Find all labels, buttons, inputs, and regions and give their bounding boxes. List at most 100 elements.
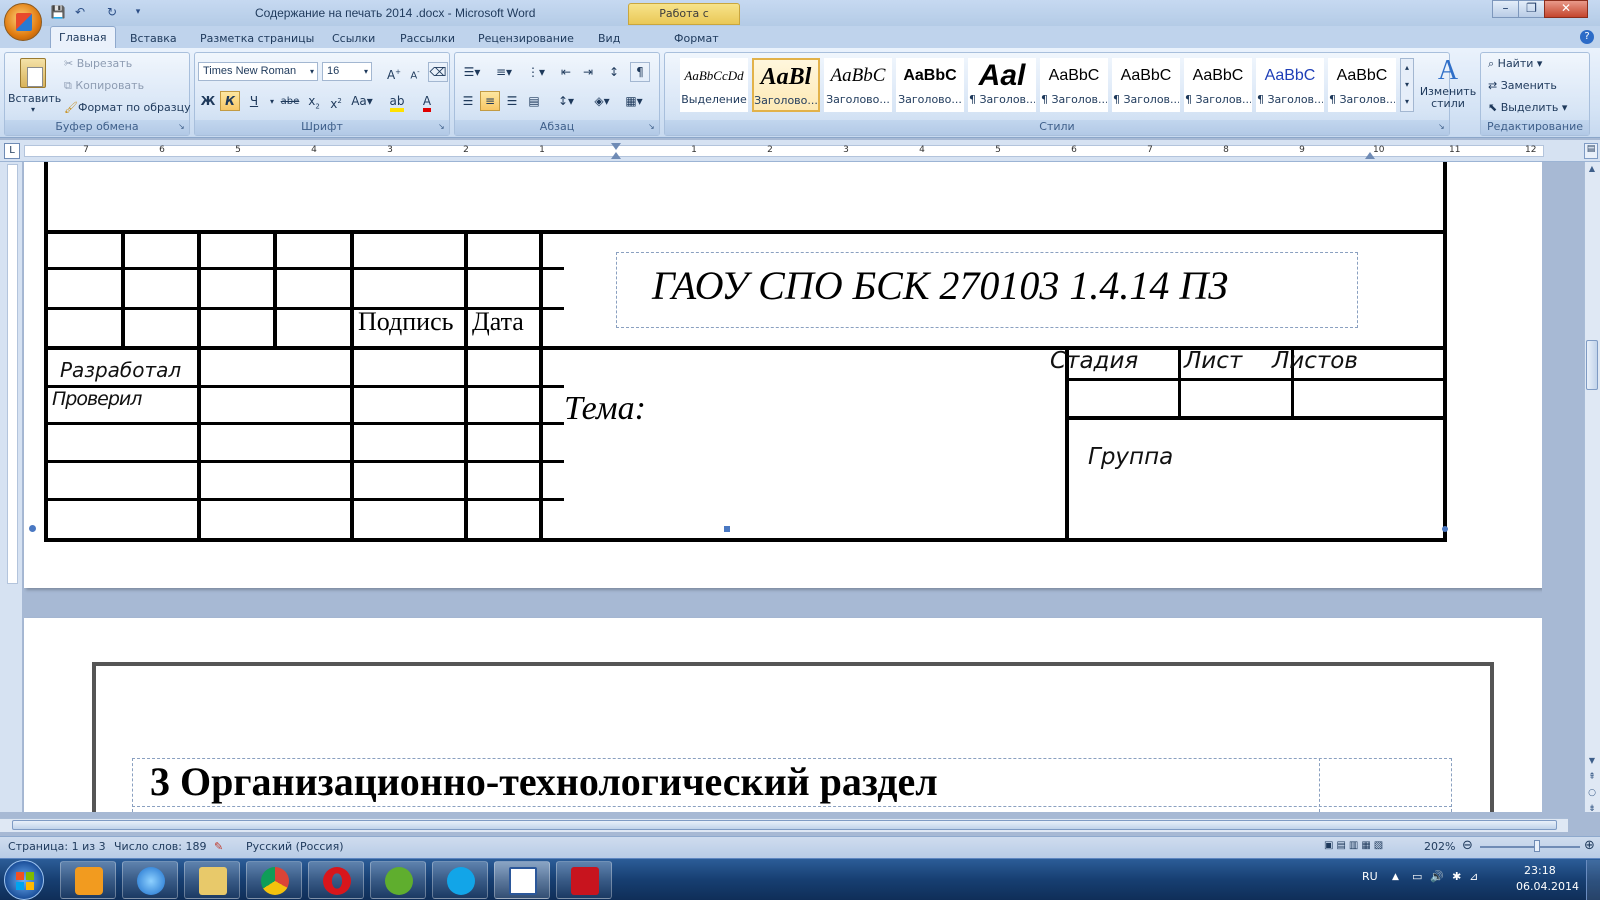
style-tile[interactable]: AaBbC ¶ Заголов...: [1184, 58, 1252, 112]
previous-page-icon[interactable]: ⇞: [1586, 772, 1598, 784]
format-painter-button[interactable]: 🖌Формат по образцу: [64, 101, 191, 114]
help-icon[interactable]: ?: [1580, 30, 1594, 44]
acrobat-button[interactable]: [556, 861, 612, 899]
page-1[interactable]: Подпись Дата ГАОУ СПО БСК 270103 1.4.14 …: [24, 162, 1542, 588]
word-count-status[interactable]: Число слов: 189: [114, 840, 207, 853]
strikethrough-icon[interactable]: abe: [278, 91, 302, 111]
style-tile[interactable]: AaBbC ¶ Заголов...: [1256, 58, 1324, 112]
find-button[interactable]: ⌕ Найти ▾: [1488, 57, 1542, 71]
browse-object-icon[interactable]: ○: [1586, 788, 1598, 800]
highlight-icon[interactable]: ab: [384, 91, 410, 112]
skype-button[interactable]: [432, 861, 488, 899]
clear-formatting-icon[interactable]: ⌫: [428, 62, 448, 82]
zoom-level[interactable]: 202%: [1424, 840, 1455, 853]
font-name-combo[interactable]: Times New Roman ▾: [198, 62, 318, 81]
bullets-icon[interactable]: ☰▾: [458, 62, 486, 82]
superscript-icon[interactable]: x2: [326, 91, 346, 111]
change-case-icon[interactable]: Aa▾: [348, 91, 376, 111]
document-area[interactable]: Подпись Дата ГАОУ СПО БСК 270103 1.4.14 …: [22, 162, 1542, 812]
cut-button[interactable]: ✂ Вырезать: [64, 57, 132, 70]
paste-button[interactable]: Вставить ▾: [8, 56, 61, 116]
justify-icon[interactable]: ▤: [524, 91, 544, 111]
increase-indent-icon[interactable]: ⇥: [578, 62, 598, 82]
media-player-button[interactable]: [60, 861, 116, 899]
zoom-in-icon[interactable]: ⊕: [1584, 838, 1595, 853]
clock-date[interactable]: 06.04.2014: [1516, 880, 1579, 893]
proofing-icon[interactable]: ✎: [214, 840, 223, 853]
page-count-status[interactable]: Страница: 1 из 3: [8, 840, 106, 853]
zoom-slider-thumb[interactable]: [1534, 840, 1540, 852]
ie-button[interactable]: [122, 861, 178, 899]
save-icon[interactable]: 💾: [50, 5, 66, 20]
font-launcher-icon[interactable]: ↘: [438, 122, 445, 131]
tab-references[interactable]: Ссылки: [324, 29, 383, 48]
borders-icon[interactable]: ▦▾: [620, 91, 648, 111]
paragraph-launcher-icon[interactable]: ↘: [648, 122, 655, 131]
zoom-slider[interactable]: [1480, 846, 1580, 848]
multilevel-list-icon[interactable]: ⋮▾: [522, 62, 550, 82]
restore-button[interactable]: ❐: [1518, 0, 1545, 18]
right-indent-marker[interactable]: [1365, 152, 1375, 159]
word-button[interactable]: [494, 861, 550, 899]
select-button[interactable]: ⬉ Выделить ▾: [1488, 101, 1567, 114]
align-center-icon[interactable]: ≡: [480, 91, 500, 111]
style-tile[interactable]: AaBl Заголово...: [752, 58, 820, 112]
font-size-combo[interactable]: 16 ▾: [322, 62, 372, 81]
minimize-button[interactable]: –: [1492, 0, 1519, 18]
chrome-button[interactable]: [246, 861, 302, 899]
show-desktop-button[interactable]: [1586, 860, 1600, 900]
font-color-icon[interactable]: A: [414, 91, 440, 112]
explorer-button[interactable]: [184, 861, 240, 899]
align-left-icon[interactable]: ☰: [458, 91, 478, 111]
tab-mailings[interactable]: Рассылки: [392, 29, 463, 48]
numbering-icon[interactable]: ≡▾: [490, 62, 518, 82]
style-tile[interactable]: AaBbCcDd Выделение: [680, 58, 748, 112]
tab-view[interactable]: Вид: [590, 29, 628, 48]
language-status[interactable]: Русский (Россия): [246, 840, 344, 853]
italic-icon[interactable]: К: [220, 91, 240, 111]
grow-font-icon[interactable]: A+: [384, 62, 404, 82]
line-spacing-icon[interactable]: ↕▾: [552, 91, 580, 111]
next-page-icon[interactable]: ⇟: [1586, 804, 1598, 816]
tray-icons[interactable]: ▭🔊✱⊿: [1412, 870, 1487, 883]
style-tile[interactable]: AaBbC Заголово...: [896, 58, 964, 112]
style-tile[interactable]: AaBbC ¶ Заголов...: [1040, 58, 1108, 112]
bold-icon[interactable]: Ж: [198, 91, 218, 111]
office-button[interactable]: [4, 3, 42, 41]
shading-icon[interactable]: ◈▾: [588, 91, 616, 111]
shrink-font-icon[interactable]: A-: [405, 62, 425, 82]
resize-handle[interactable]: [1442, 526, 1448, 532]
start-button[interactable]: [4, 860, 44, 900]
underline-icon[interactable]: Ч: [244, 91, 264, 111]
redo-icon[interactable]: ↻: [104, 5, 120, 20]
close-button[interactable]: ✕: [1544, 0, 1588, 18]
vertical-scroll-thumb[interactable]: [1586, 340, 1598, 390]
align-right-icon[interactable]: ☰: [502, 91, 522, 111]
utorrent-button[interactable]: [370, 861, 426, 899]
tab-selector[interactable]: L: [4, 143, 20, 159]
tab-format[interactable]: Формат: [666, 29, 727, 48]
page-2[interactable]: 3 Организационно-технологический раздел: [24, 618, 1542, 812]
resize-handle[interactable]: [724, 526, 730, 532]
change-styles-button[interactable]: A Изменить стили: [1418, 56, 1478, 120]
scroll-down-icon[interactable]: ▼: [1586, 756, 1598, 768]
left-indent-marker[interactable]: [611, 152, 621, 159]
style-tile[interactable]: AaBbC ¶ Заголов...: [1112, 58, 1180, 112]
style-tile[interactable]: AaBbC Заголово...: [824, 58, 892, 112]
input-language[interactable]: RU: [1362, 870, 1378, 883]
tab-insert[interactable]: Вставка: [122, 29, 185, 48]
horizontal-scroll-thumb[interactable]: [12, 820, 1557, 830]
decrease-indent-icon[interactable]: ⇤: [556, 62, 576, 82]
show-hidden-icons-icon[interactable]: ▲: [1392, 872, 1399, 882]
opera-button[interactable]: [308, 861, 364, 899]
vertical-scrollbar[interactable]: [1584, 162, 1600, 812]
tab-home[interactable]: Главная: [50, 26, 116, 49]
view-ruler-icon[interactable]: ▤: [1584, 143, 1598, 159]
styles-scroll[interactable]: ▴ ▾ ▾: [1400, 58, 1414, 112]
copy-button[interactable]: ⧉ Копировать: [64, 79, 144, 93]
undo-icon[interactable]: ↶: [72, 5, 88, 20]
first-line-indent-marker[interactable]: [611, 143, 621, 150]
subscript-icon[interactable]: x2: [304, 91, 324, 111]
show-formatting-icon[interactable]: ¶: [630, 62, 650, 82]
scroll-up-icon[interactable]: ▲: [1586, 164, 1598, 176]
